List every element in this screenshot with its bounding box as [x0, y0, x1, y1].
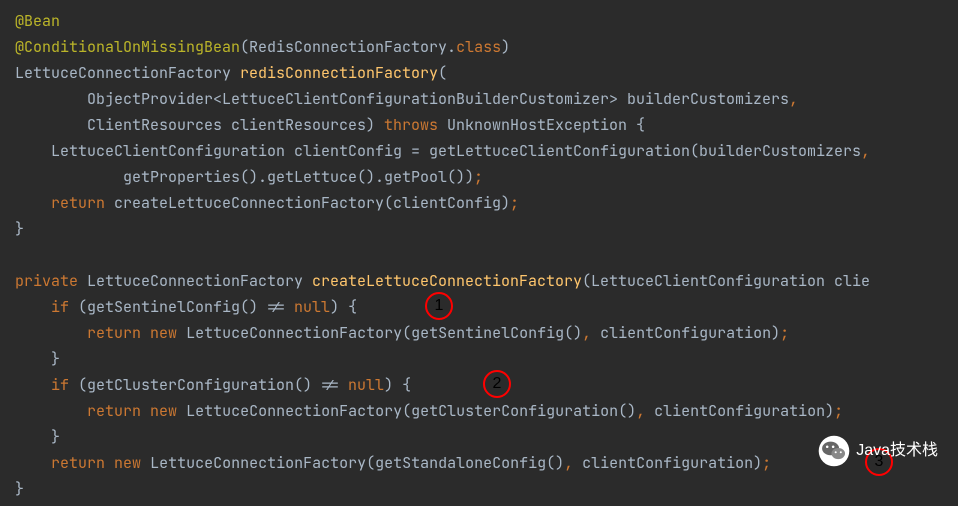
indent [15, 349, 51, 369]
code-line: @ConditionalOnMissingBean(RedisConnectio… [15, 34, 943, 60]
indent [15, 193, 51, 213]
semi: ; [834, 401, 843, 421]
indent [15, 323, 87, 343]
indent [15, 297, 51, 317]
brace: } [51, 427, 60, 447]
keyword-return: return [87, 401, 141, 421]
code-line: LettuceConnectionFactory redisConnection… [15, 60, 943, 86]
code-line: } [15, 216, 943, 242]
code-line: } [15, 346, 943, 372]
space [141, 323, 150, 343]
type: LettuceConnectionFactory [78, 271, 312, 291]
watermark: Java技术栈 [817, 434, 938, 468]
wechat-icon [817, 434, 851, 468]
comma: , [636, 401, 645, 421]
code-line: return new LettuceConnectionFactory(getS… [15, 450, 943, 476]
code-line: if (getClusterConfiguration() != null) {… [15, 372, 943, 398]
code-line: return createLettuceConnectionFactory(cl… [15, 190, 943, 216]
indent [15, 89, 87, 109]
keyword-class: class [456, 37, 501, 57]
text: (getSentinelConfig() != [69, 297, 294, 317]
punct: ( [438, 63, 447, 83]
text: LettuceConnectionFactory(getSentinelConf… [177, 323, 582, 343]
space [141, 401, 150, 421]
code-line: getProperties().getLettuce().getPool()); [15, 164, 943, 190]
text: clientConfiguration) [573, 453, 762, 473]
keyword-throws: throws [384, 115, 438, 135]
text: clientConfiguration) [645, 401, 834, 421]
space [105, 453, 114, 473]
indent [15, 141, 51, 161]
code-line: ObjectProvider<LettuceClientConfiguratio… [15, 86, 943, 112]
indent [15, 115, 87, 135]
type: LettuceConnectionFactory [15, 63, 240, 83]
text: getProperties().getLettuce().getPool()) [123, 167, 474, 187]
keyword-new: new [114, 453, 141, 473]
comma: , [564, 453, 573, 473]
indent [15, 401, 87, 421]
param: ObjectProvider<LettuceClientConfiguratio… [87, 89, 789, 109]
watermark-text: Java技术栈 [856, 438, 938, 464]
brace: } [15, 479, 24, 499]
text: ) { [330, 297, 357, 317]
punct: ( [240, 37, 249, 57]
keyword-return: return [51, 193, 105, 213]
text: LettuceConnectionFactory(getStandaloneCo… [141, 453, 564, 473]
keyword-private: private [15, 271, 78, 291]
dot: . [447, 37, 456, 57]
keyword-null: null [348, 375, 384, 395]
annotation: @Bean [15, 11, 60, 31]
keyword-if: if [51, 375, 69, 395]
keyword-return: return [87, 323, 141, 343]
param: ClientResources clientResources) [87, 115, 384, 135]
semi: ; [762, 453, 771, 473]
indent [15, 453, 51, 473]
annotation: @ConditionalOnMissingBean [15, 37, 240, 57]
code-line: } [15, 424, 943, 450]
marker-1: 1 [425, 292, 453, 320]
indent [15, 375, 51, 395]
marker-2: 2 [483, 370, 511, 398]
brace: } [15, 219, 24, 239]
comma: , [789, 89, 798, 109]
comma: , [582, 323, 591, 343]
class-ref: RedisConnectionFactory [249, 37, 447, 57]
code-line: if (getSentinelConfig() != null) { 1 [15, 294, 943, 320]
keyword-null: null [294, 297, 330, 317]
code-block: @Bean @ConditionalOnMissingBean(RedisCon… [15, 8, 943, 502]
comma: , [861, 141, 870, 161]
keyword-new: new [150, 323, 177, 343]
semi: ; [474, 167, 483, 187]
code-line: return new LettuceConnectionFactory(getS… [15, 320, 943, 346]
indent [15, 427, 51, 447]
keyword-new: new [150, 401, 177, 421]
brace: } [51, 349, 60, 369]
keyword-if: if [51, 297, 69, 317]
code-line: } [15, 476, 943, 502]
code-line: LettuceClientConfiguration clientConfig … [15, 138, 943, 164]
method-name: createLettuceConnectionFactory [312, 271, 582, 291]
text: ) { [384, 375, 411, 395]
method-name: redisConnectionFactory [240, 63, 438, 83]
params: (LettuceClientConfiguration clie [582, 271, 870, 291]
text: createLettuceConnectionFactory(clientCon… [105, 193, 510, 213]
code-line: ClientResources clientResources) throws … [15, 112, 943, 138]
text: (getClusterConfiguration() != [69, 375, 348, 395]
punct: ) [501, 37, 510, 57]
text: LettuceClientConfiguration clientConfig … [51, 141, 861, 161]
code-line: private LettuceConnectionFactory createL… [15, 268, 943, 294]
code-line: return new LettuceConnectionFactory(getC… [15, 398, 943, 424]
semi: ; [510, 193, 519, 213]
text: LettuceConnectionFactory(getClusterConfi… [177, 401, 636, 421]
empty-line [15, 242, 943, 268]
semi: ; [780, 323, 789, 343]
text: clientConfiguration) [591, 323, 780, 343]
indent [15, 167, 123, 187]
keyword-return: return [51, 453, 105, 473]
code-line: @Bean [15, 8, 943, 34]
text: UnknownHostException { [438, 115, 645, 135]
